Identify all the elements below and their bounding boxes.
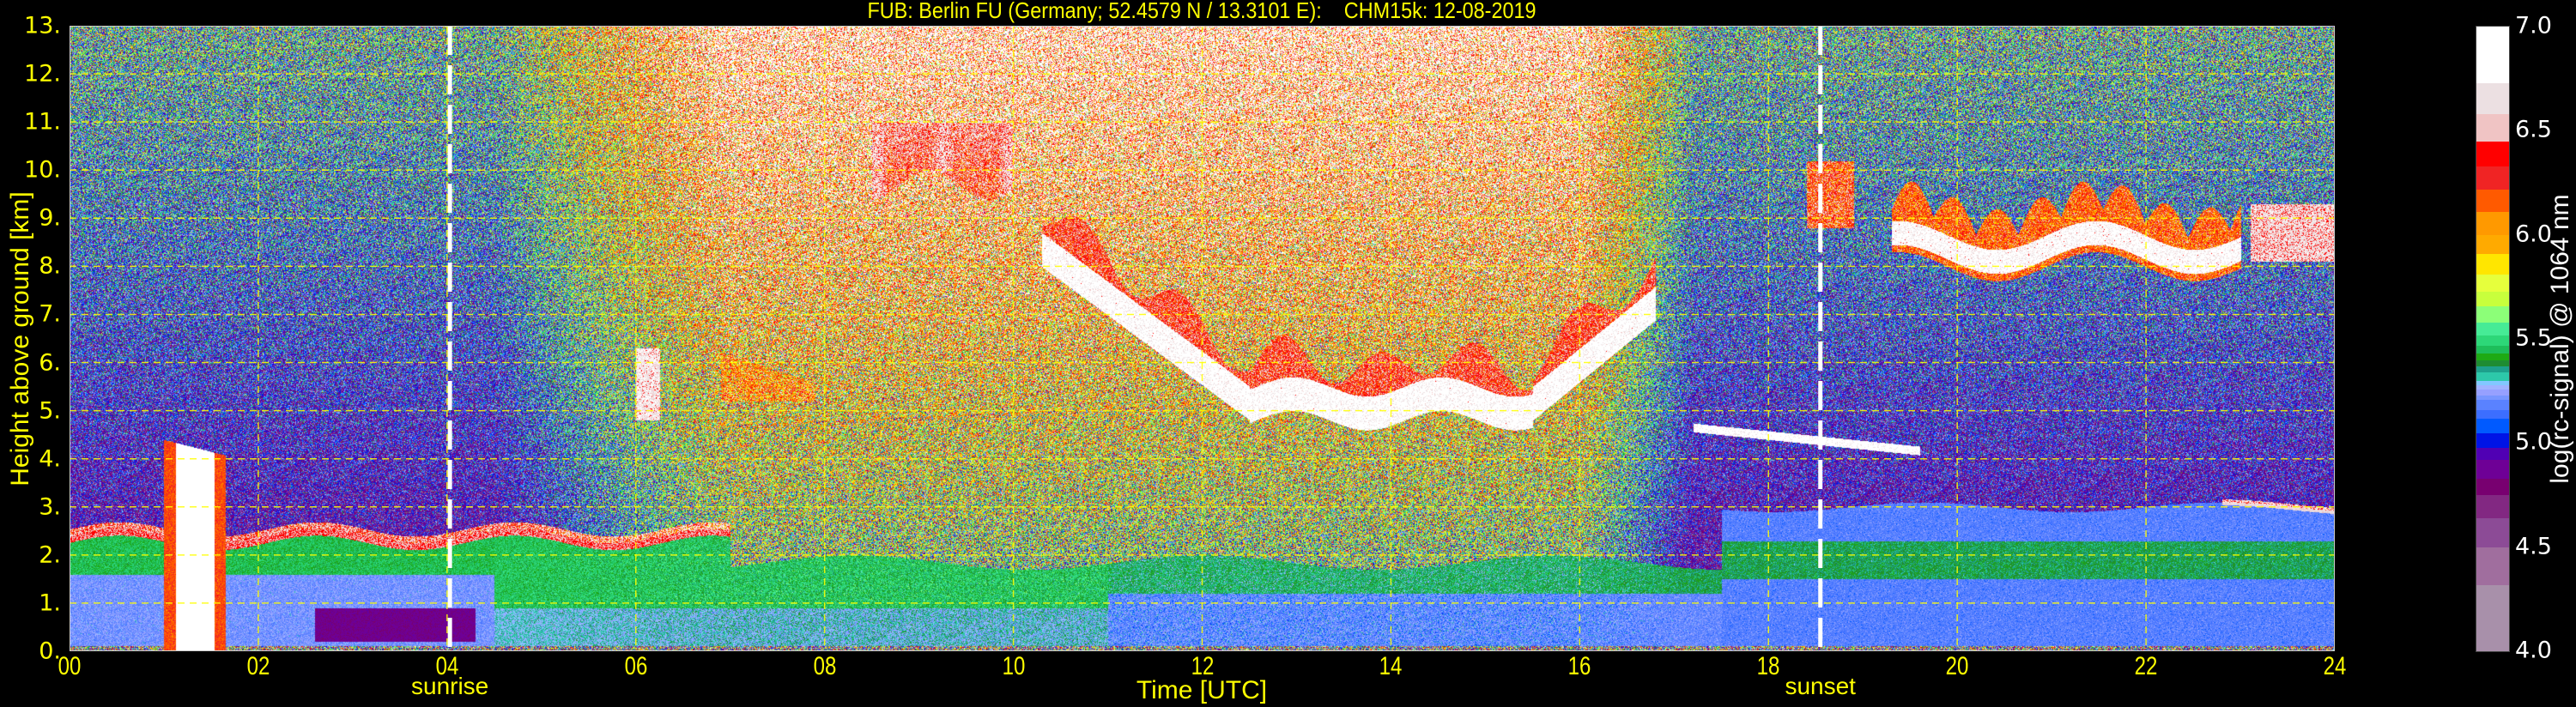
y-tick-label: 9. xyxy=(39,204,61,232)
colorbar-segment xyxy=(2476,384,2509,390)
sunset-label: sunset xyxy=(1785,673,1856,699)
colorbar-segment xyxy=(2476,274,2509,292)
y-tick-label: 1. xyxy=(39,589,61,617)
colorbar-segment xyxy=(2476,335,2509,346)
colorbar-segment xyxy=(2476,372,2509,382)
colorbar-segment xyxy=(2476,432,2509,448)
colorbar-segment xyxy=(2476,478,2509,496)
colorbar-segment xyxy=(2476,141,2509,167)
y-tick-label: 7. xyxy=(39,300,61,328)
colorbar-segment xyxy=(2476,166,2509,190)
x-tick-label: 18 xyxy=(1756,652,1780,680)
x-tick-label: 24 xyxy=(2323,652,2347,680)
colorbar-tick-label: 7.0 xyxy=(2515,12,2552,39)
x-tick-label: 14 xyxy=(1379,652,1403,680)
y-tick-label: 3. xyxy=(39,493,61,521)
y-tick-label: 12. xyxy=(24,60,61,88)
y-tick-label: 4. xyxy=(39,445,61,473)
colorbar-segment xyxy=(2476,447,2509,461)
colorbar-segment xyxy=(2476,113,2509,142)
colorbar-segment xyxy=(2476,360,2509,367)
colorbar-segment xyxy=(2476,353,2509,360)
x-tick-label: 06 xyxy=(624,652,648,680)
colorbar-segment xyxy=(2476,409,2509,419)
x-tick-label: 08 xyxy=(813,652,837,680)
colorbar-segment xyxy=(2476,234,2509,254)
y-tick-label: 5. xyxy=(39,397,61,425)
colorbar xyxy=(2476,26,2510,652)
colorbar-segment xyxy=(2476,584,2509,652)
x-tick-label: 02 xyxy=(246,652,270,680)
y-tick-label: 11. xyxy=(24,108,61,136)
colorbar-segment xyxy=(2476,418,2509,433)
colorbar-tick-label: 6.5 xyxy=(2515,116,2552,143)
colorbar-segment xyxy=(2476,345,2509,354)
colorbar-segment xyxy=(2476,459,2509,480)
colorbar-tick-label: 4.5 xyxy=(2515,533,2552,560)
x-tick-label: 00 xyxy=(58,652,82,680)
colorbar-segment xyxy=(2476,399,2509,410)
y-axis-label: Height above ground [km] xyxy=(6,191,34,486)
plot-area xyxy=(70,26,2335,651)
colorbar-segment xyxy=(2476,517,2509,548)
y-tick-label: 13. xyxy=(24,12,61,39)
y-tick-label: 6. xyxy=(39,349,61,377)
colorbar-segment xyxy=(2476,322,2509,335)
colorbar-label: log(rc-signal) @ 1064 nm xyxy=(2546,194,2574,484)
colorbar-tick-label: 4.0 xyxy=(2515,637,2552,664)
colorbar-segment xyxy=(2476,547,2509,585)
x-axis-label: Time [UTC] xyxy=(1136,676,1268,704)
colorbar-segment xyxy=(2476,366,2509,373)
colorbar-segment xyxy=(2476,495,2509,519)
colorbar-segment xyxy=(2476,389,2509,396)
x-tick-label: 16 xyxy=(1567,652,1591,680)
colorbar-segment xyxy=(2476,82,2509,115)
colorbar-segment xyxy=(2476,27,2509,84)
colorbar-segment xyxy=(2476,189,2509,213)
y-tick-label: 8. xyxy=(39,252,61,280)
colorbar-segment xyxy=(2476,291,2509,306)
x-tick-label: 10 xyxy=(1002,652,1025,680)
x-tick-label: 20 xyxy=(1945,652,1969,680)
colorbar-segment xyxy=(2476,305,2509,323)
chart-title: FUB: Berlin FU (Germany; 52.4579 N / 13.… xyxy=(867,0,1537,23)
x-tick-label: 22 xyxy=(2134,652,2158,680)
colorbar-segment xyxy=(2476,253,2509,275)
colorbar-segment xyxy=(2476,395,2509,400)
grid-overlay xyxy=(70,26,2335,651)
colorbar-segment xyxy=(2476,380,2509,385)
y-tick-label: 10. xyxy=(24,156,61,184)
y-tick-label: 2. xyxy=(39,541,61,569)
sunrise-label: sunrise xyxy=(410,673,489,699)
colorbar-segment xyxy=(2476,211,2509,236)
